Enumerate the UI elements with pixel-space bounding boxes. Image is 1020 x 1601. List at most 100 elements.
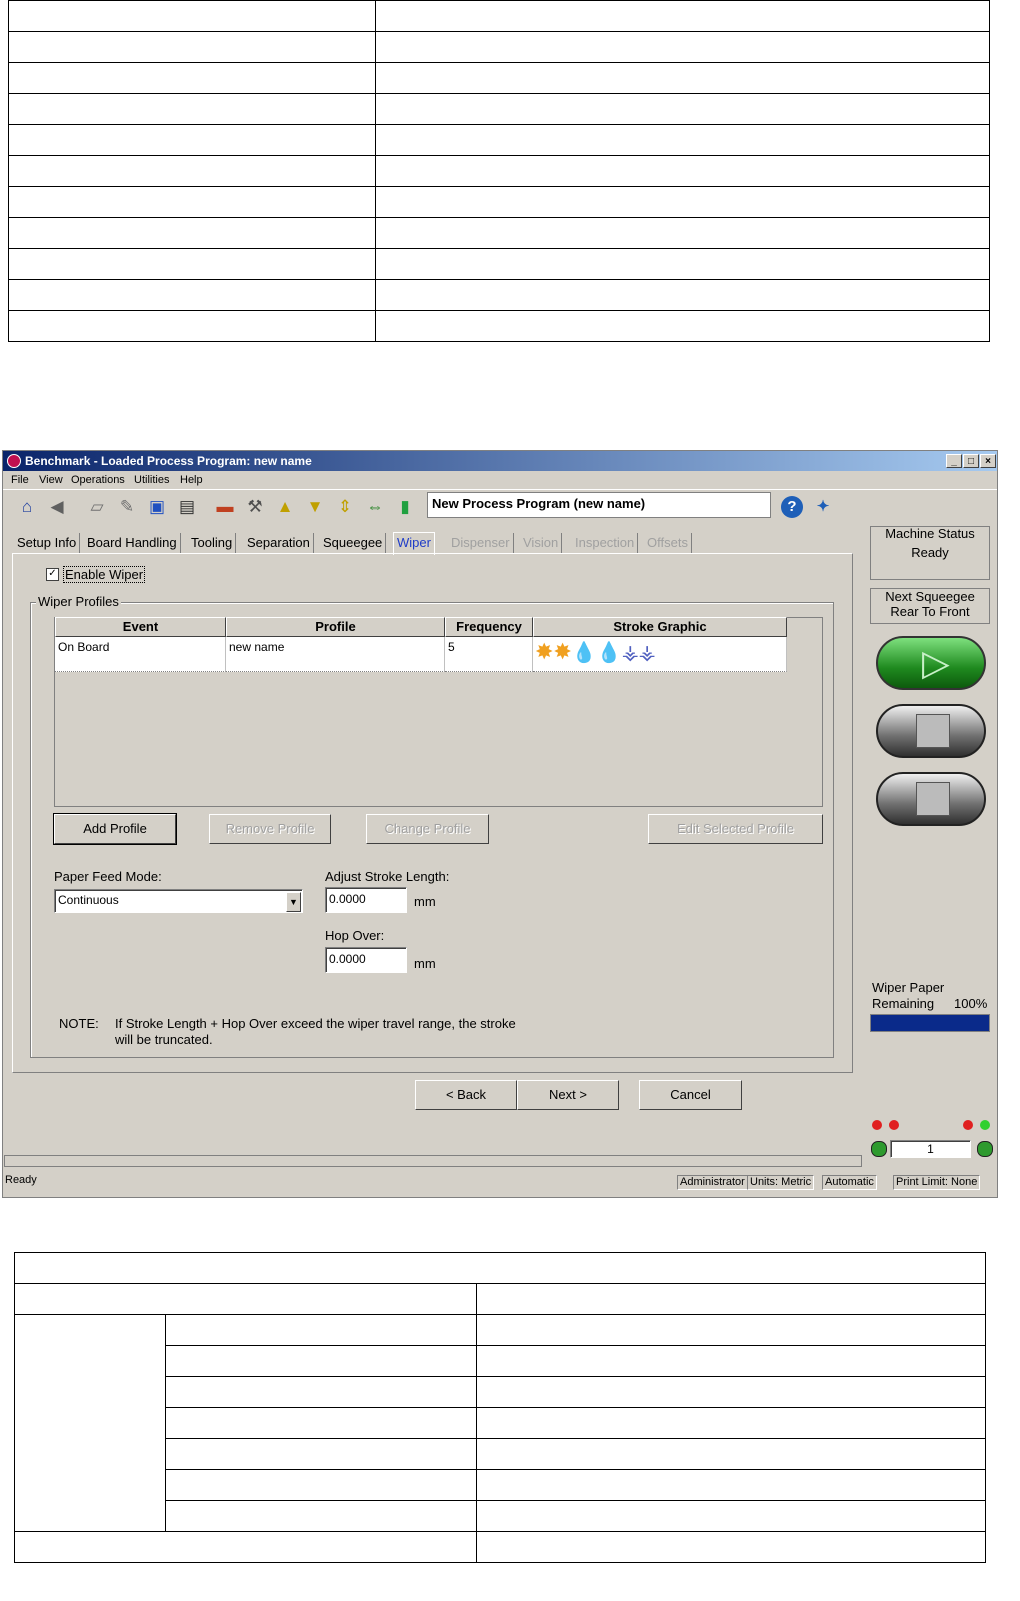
pause-icon (916, 714, 950, 748)
tab-tooling[interactable]: Tooling (188, 533, 237, 553)
up-down-icon[interactable]: ⇕ (333, 495, 357, 519)
status-units: Units: Metric (747, 1175, 815, 1190)
back-arrow-icon[interactable]: ◀ (45, 495, 69, 519)
menu-help[interactable]: Help (180, 474, 203, 486)
column-header-profile[interactable]: Profile (226, 617, 445, 637)
close-button[interactable]: × (980, 454, 996, 468)
edit-selected-profile-button[interactable]: Edit Selected Profile (648, 814, 823, 844)
status-user: Administrator (677, 1175, 748, 1190)
cell-profile[interactable]: new name (226, 637, 445, 672)
door-icon[interactable]: ▮ (393, 495, 417, 519)
enable-wiper-checkbox[interactable]: ✓ (46, 568, 59, 581)
status-print-limit: Print Limit: None (893, 1175, 981, 1190)
cancel-button[interactable]: Cancel (639, 1080, 742, 1110)
note-label: NOTE: (59, 1016, 99, 1031)
lower-icon[interactable]: ▼ (303, 495, 327, 519)
scroll-strip (4, 1155, 862, 1167)
status-mode: Automatic (822, 1175, 877, 1190)
bottom-empty-table (14, 1252, 986, 1563)
column-header-stroke-graphic[interactable]: Stroke Graphic (533, 617, 787, 637)
droplet-icon: 💧💧 (571, 642, 622, 664)
paper-feed-label: Paper Feed Mode: (54, 869, 162, 884)
open-icon[interactable]: ▱ (85, 495, 109, 519)
change-profile-button[interactable]: Change Profile (366, 814, 489, 844)
save-as-icon[interactable]: ▤ (175, 495, 199, 519)
cell-frequency[interactable]: 5 (445, 637, 533, 672)
red-led-icon (889, 1120, 899, 1130)
note-text-line1: If Stroke Length + Hop Over exceed the w… (115, 1016, 516, 1031)
wiper-paper-progress (870, 1014, 990, 1032)
tool-icon[interactable]: ⚒ (243, 495, 267, 519)
minimize-button[interactable]: _ (946, 454, 962, 468)
wiper-paper-remaining-label: Remaining (872, 996, 935, 1011)
add-profile-button[interactable]: Add Profile (53, 813, 177, 845)
chevron-down-icon[interactable]: ▼ (286, 892, 301, 912)
lightbulb-icon[interactable]: ✦ (812, 496, 834, 518)
note-text-line2: will be truncated. (115, 1032, 213, 1047)
tab-squeegee[interactable]: Squeegee (320, 533, 387, 553)
column-header-event[interactable]: Event (55, 617, 226, 637)
hop-over-input[interactable]: 0.0000 (325, 947, 407, 973)
stroke-length-input[interactable]: 0.0000 (325, 887, 407, 913)
tab-dispenser[interactable]: Dispenser (448, 533, 514, 553)
align-icon[interactable]: ⇔ (363, 495, 387, 519)
title-bar: Benchmark - Loaded Process Program: new … (3, 451, 997, 471)
home-icon[interactable]: ⌂ (15, 495, 39, 519)
next-squeegee-label: Next Squeegee (885, 589, 975, 604)
machine-status-value: Ready (911, 545, 949, 560)
menu-file[interactable]: File (11, 474, 29, 486)
play-icon: ▷ (922, 642, 950, 683)
left-indicator-icon (871, 1141, 887, 1157)
red-led-icon (963, 1120, 973, 1130)
tab-board-handling[interactable]: Board Handling (84, 533, 181, 553)
stop-icon (916, 782, 950, 816)
menu-operations[interactable]: Operations (71, 474, 125, 486)
stop-button[interactable] (876, 772, 986, 826)
back-button[interactable]: < Back (415, 1080, 517, 1110)
tab-offsets[interactable]: Offsets (644, 533, 692, 553)
column-header-frequency[interactable]: Frequency (445, 617, 533, 637)
wiper-profiles-label: Wiper Profiles (36, 594, 121, 609)
wiper-paper-percent: 100% (954, 996, 988, 1011)
tab-strip: Setup Info Board Handling Tooling Separa… (14, 532, 714, 555)
pause-button[interactable] (876, 704, 986, 758)
tab-separation[interactable]: Separation (244, 533, 314, 553)
top-empty-table (8, 0, 990, 342)
splash-icon: ✸✸ (535, 639, 572, 664)
next-squeegee-value: Rear To Front (890, 604, 970, 619)
cell-stroke-graphic[interactable]: ✸✸💧💧⚶⚶ (533, 637, 787, 672)
help-icon[interactable]: ? (781, 496, 803, 518)
save-icon[interactable]: ▣ (145, 495, 169, 519)
wiper-paper-label: Wiper Paper (872, 980, 945, 995)
stroke-length-label: Adjust Stroke Length: (325, 869, 450, 884)
wiper-paper-progress-fill (871, 1015, 989, 1031)
machine-status-box: Machine Status Ready (870, 526, 990, 580)
right-indicator-icon (977, 1141, 993, 1157)
hop-over-label: Hop Over: (325, 928, 385, 943)
hop-over-unit: mm (414, 956, 436, 971)
tab-wiper[interactable]: Wiper (393, 532, 435, 555)
run-button[interactable]: ▷ (876, 636, 986, 690)
paper-feed-select[interactable]: Continuous ▼ (54, 889, 303, 913)
tab-inspection[interactable]: Inspection (572, 533, 639, 553)
raise-icon[interactable]: ▲ (273, 495, 297, 519)
maximize-button[interactable]: □ (963, 454, 979, 468)
menu-view[interactable]: View (39, 474, 63, 486)
status-text: Ready (5, 1174, 37, 1186)
remove-profile-button[interactable]: Remove Profile (209, 814, 331, 844)
app-icon (7, 454, 21, 468)
tab-setup-info[interactable]: Setup Info (14, 533, 81, 553)
paper-feed-value: Continuous (58, 893, 119, 907)
status-bar: Ready Administrator Units: Metric Automa… (3, 1174, 995, 1190)
menu-utilities[interactable]: Utilities (134, 474, 169, 486)
cell-event[interactable]: On Board (55, 637, 226, 672)
board-icon[interactable]: ▬ (213, 495, 237, 519)
program-name-field: New Process Program (new name) (427, 492, 771, 518)
red-led-icon (872, 1120, 882, 1130)
tab-vision[interactable]: Vision (520, 533, 563, 553)
counter-field[interactable]: 1 (890, 1140, 971, 1158)
menu-bar: File View Operations Utilities Help (3, 471, 997, 489)
window-title: Benchmark - Loaded Process Program: new … (25, 454, 312, 468)
edit-icon[interactable]: ✎ (115, 495, 139, 519)
next-button[interactable]: Next > (517, 1080, 619, 1110)
